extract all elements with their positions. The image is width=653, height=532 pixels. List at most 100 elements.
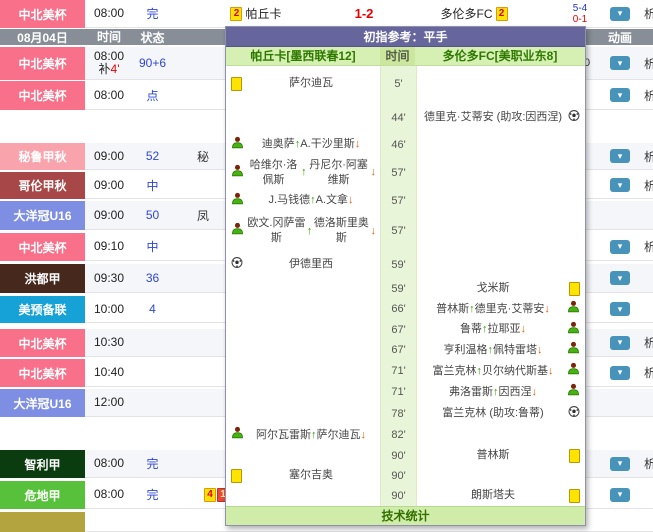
analysis-link[interactable]: 析 [644, 87, 653, 104]
player-in: 普林斯 [436, 302, 469, 317]
animation-dropdown-button[interactable]: ▾ [610, 240, 630, 254]
event-time-cell: 90' [380, 446, 417, 466]
event-time-cell: 90' [380, 486, 417, 506]
match-status: 点 [133, 81, 173, 110]
substitution-player-icon [567, 341, 580, 359]
away-team-name[interactable]: 多伦多FC [441, 5, 493, 22]
analysis-cell: 析 [640, 329, 653, 357]
analysis-cell [640, 201, 653, 230]
event-time-cell: 71' [380, 361, 417, 382]
away-event-cell: 戈米斯 [417, 279, 585, 299]
home-event-cell: 欧文.冈萨雷斯↑德洛斯里奥斯↓ [226, 212, 380, 251]
animation-dropdown-button[interactable]: ▾ [610, 302, 630, 316]
home-event-cell [226, 279, 380, 299]
match-status: 完 [133, 450, 173, 478]
away-event-cell [417, 425, 585, 446]
analysis-link[interactable]: 析 [644, 455, 653, 472]
sub-out-arrow-icon: ↓ [348, 193, 354, 208]
league-cell: 危地甲 [0, 481, 85, 509]
away-event-cell [417, 466, 585, 486]
player-out: 佩特雷塔 [493, 343, 537, 358]
event-time-cell: 66' [380, 299, 417, 320]
status-header: 状态 [133, 29, 173, 45]
analysis-cell: 析 [640, 450, 653, 478]
animation-dropdown-button[interactable]: ▾ [610, 56, 630, 70]
player-in: 鲁蒂 [460, 322, 482, 337]
analysis-link[interactable]: 析 [644, 55, 653, 72]
analysis-link[interactable]: 析 [644, 334, 653, 351]
league-cell [0, 512, 85, 532]
event-row: 71'弗洛雷斯↑因西涅↓ [226, 382, 585, 403]
animation-dropdown-button[interactable]: ▾ [610, 457, 630, 471]
analysis-cell [640, 296, 653, 323]
home-event-cell: J.马钱德↑A.文拿↓ [226, 190, 380, 212]
player-in: 哈维尔·洛佩斯 [246, 158, 301, 188]
yellow-card-icon [569, 282, 580, 296]
player-in: 富兰克林 [433, 364, 477, 379]
event-row: 71'富兰克林↑贝尔纳代斯基↓ [226, 361, 585, 382]
league-cell: 中北美杯 [0, 47, 85, 80]
animation-cell: ▾ [600, 172, 641, 199]
substitution-player-icon [567, 300, 580, 318]
initial-odds-reference: 初指参考：平手 [363, 28, 447, 45]
animation-cell: ▾ [600, 143, 641, 170]
score: 1-2 [355, 6, 374, 21]
event-time-cell: 5' [380, 66, 417, 102]
animation-dropdown-button[interactable]: ▾ [610, 88, 630, 102]
soccer-ball-icon [568, 405, 580, 422]
score-cell: 1-2 [340, 0, 389, 28]
away-event-cell [417, 134, 585, 156]
home-event-cell [226, 299, 380, 320]
substitution-player-icon [567, 321, 580, 339]
event-player: 普林斯 [477, 448, 510, 463]
time-value: 09:00 [94, 179, 124, 192]
event-player: 德里克·艾蒂安 (助攻:因西涅) [424, 110, 562, 125]
animation-dropdown-button[interactable]: ▾ [610, 336, 630, 350]
event-player: 富兰克林 (助攻:鲁蒂) [442, 406, 543, 421]
league-cell: 中北美杯 [0, 233, 85, 261]
animation-header: 动画 [600, 29, 641, 45]
away-event-cell: 富兰克林↑贝尔纳代斯基↓ [417, 361, 585, 382]
match-time: 12:00 [85, 389, 134, 417]
animation-dropdown-button[interactable]: ▾ [610, 178, 630, 192]
animation-dropdown-button[interactable]: ▾ [610, 488, 630, 502]
event-timeline: 萨尔迪瓦5'44'德里克·艾蒂安 (助攻:因西涅)迪奥萨↑A.干沙里斯↓46'哈… [226, 66, 585, 506]
popup-header-row: 帕丘卡[墨西联春12] 时间 多伦多FC[美职业东8] [226, 47, 585, 66]
match-status: 90+6 [133, 47, 173, 80]
match-status: 50 [133, 201, 173, 230]
time-value: 08:00 [94, 488, 124, 501]
event-row: 66'普林斯↑德里克·艾蒂安↓ [226, 299, 585, 320]
analysis-link[interactable]: 析 [644, 148, 653, 165]
match-time: 08:00 [85, 81, 134, 110]
analysis-link[interactable]: 析 [644, 5, 653, 22]
animation-dropdown-button[interactable]: ▾ [610, 366, 630, 380]
yellow-card-icon [569, 449, 580, 463]
yellow-card-icon [569, 489, 580, 503]
analysis-link[interactable]: 析 [644, 177, 653, 194]
match-time [85, 512, 134, 532]
animation-dropdown-button[interactable]: ▾ [610, 271, 630, 285]
substitution-player-icon [567, 383, 580, 401]
soccer-ball-icon [231, 256, 243, 273]
away-event-cell: 普林斯↑德里克·艾蒂安↓ [417, 299, 585, 320]
analysis-cell: 析 [640, 81, 653, 110]
animation-dropdown-button[interactable]: ▾ [610, 149, 630, 163]
time-value: 08:00 [94, 457, 124, 470]
match-row-top: 中北美杯 08:00 完 2 帕丘卡 1-2 多伦多FC 2 5-4 0-1 ▾… [0, 0, 653, 28]
sub-out-arrow-icon: ↓ [544, 302, 550, 317]
substitution-player-icon [231, 192, 244, 210]
event-row: 67'鲁蒂↑拉耶亚↓ [226, 320, 585, 340]
analysis-link[interactable]: 析 [644, 238, 653, 255]
animation-dropdown-button[interactable]: ▾ [610, 7, 630, 21]
analysis-link[interactable]: 析 [644, 364, 653, 381]
time-value: 10:00 [94, 303, 124, 316]
event-row: 90'朗斯塔夫 [226, 486, 585, 506]
animation-cell: ▾ [600, 359, 641, 387]
home-team-name[interactable]: 帕丘卡 [245, 5, 281, 22]
event-row: 阿尔瓦雷斯↑萨尔迪瓦↓82' [226, 425, 585, 446]
half-corner-cell: 5-4 0-1 [560, 0, 601, 28]
away-event-cell [417, 156, 585, 190]
event-time-cell: 71' [380, 382, 417, 403]
analysis-cell: 析 [640, 359, 653, 387]
event-row: 塞尔吉奥90' [226, 466, 585, 486]
